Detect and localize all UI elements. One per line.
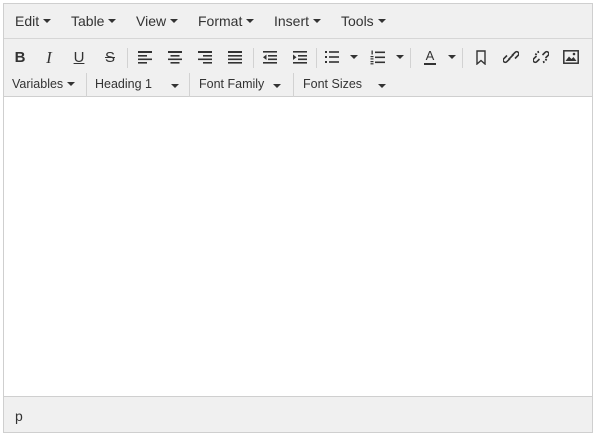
- align-left-icon: [138, 51, 152, 64]
- chevron-down-icon: [273, 84, 281, 88]
- toolbar-divider: [189, 73, 190, 97]
- numbered-list-dropdown[interactable]: [396, 55, 404, 59]
- align-right-button[interactable]: [192, 45, 218, 69]
- bold-button[interactable]: B: [7, 45, 33, 69]
- element-path[interactable]: p: [15, 408, 23, 424]
- strikethrough-icon: S: [104, 48, 115, 66]
- menu-insert[interactable]: Insert: [274, 13, 322, 29]
- align-right-icon: [198, 51, 212, 64]
- chevron-down-icon: [108, 19, 117, 24]
- toolbar-divider: [86, 73, 87, 97]
- menu-tools[interactable]: Tools: [341, 13, 386, 29]
- menubar: Edit Table View Format Insert Tools: [4, 4, 592, 39]
- indent-button[interactable]: [287, 45, 313, 69]
- variables-dropdown[interactable]: Variables: [12, 77, 76, 91]
- statusbar: p: [4, 396, 592, 432]
- outdent-icon: [263, 51, 277, 64]
- menu-edit[interactable]: Edit: [15, 13, 52, 29]
- toolbar-divider: [316, 48, 317, 68]
- toolbar-divider: [410, 48, 411, 68]
- strikethrough-button[interactable]: S: [97, 45, 123, 69]
- link-icon: [503, 50, 519, 64]
- rich-text-editor: Edit Table View Format Insert Tools B I …: [3, 3, 593, 433]
- bullet-list-button[interactable]: [319, 45, 345, 69]
- toolbar-divider: [462, 48, 463, 68]
- bookmark-button[interactable]: [468, 45, 494, 69]
- align-justify-icon: [228, 51, 242, 64]
- bullet-list-icon: [325, 51, 339, 63]
- toolbar-divider: [253, 48, 254, 68]
- align-center-icon: [168, 51, 182, 64]
- outdent-button[interactable]: [257, 45, 283, 69]
- toolbar-divider: [293, 73, 294, 97]
- toolbar-divider: [127, 48, 128, 68]
- underline-icon: U: [73, 48, 85, 66]
- bookmark-icon: [476, 49, 486, 65]
- link-button[interactable]: [498, 45, 524, 69]
- chevron-down-icon: [171, 84, 179, 88]
- unlink-button[interactable]: [528, 45, 554, 69]
- indent-icon: [293, 51, 307, 64]
- chevron-down-icon: [378, 84, 386, 88]
- align-left-button[interactable]: [132, 45, 158, 69]
- chevron-down-icon: [377, 19, 386, 24]
- italic-icon: I: [46, 47, 52, 67]
- font-family-select[interactable]: Font Family: [199, 77, 281, 91]
- underline-button[interactable]: U: [66, 45, 92, 69]
- block-format-select[interactable]: Heading 1: [95, 77, 179, 91]
- bullet-list-dropdown[interactable]: [350, 55, 358, 59]
- editor-content-area[interactable]: [4, 97, 592, 397]
- chevron-down-icon: [43, 19, 52, 24]
- bold-icon: B: [14, 48, 26, 66]
- unlink-icon: [533, 50, 549, 64]
- numbered-list-icon: [370, 50, 385, 64]
- chevron-down-icon: [246, 19, 255, 24]
- font-color-icon: A: [423, 48, 437, 65]
- align-justify-button[interactable]: [222, 45, 248, 69]
- image-icon: [563, 50, 579, 64]
- menu-table[interactable]: Table: [71, 13, 117, 29]
- align-center-button[interactable]: [162, 45, 188, 69]
- numbered-list-button[interactable]: [365, 45, 391, 69]
- toolbar: B I U S A Variables Heading 1 Font Famil…: [4, 39, 592, 97]
- menu-view[interactable]: View: [136, 13, 179, 29]
- font-color-button[interactable]: A: [417, 45, 443, 69]
- font-color-dropdown[interactable]: [448, 55, 456, 59]
- italic-button[interactable]: I: [36, 45, 62, 69]
- image-button[interactable]: [558, 45, 584, 69]
- chevron-down-icon: [170, 19, 179, 24]
- menu-format[interactable]: Format: [198, 13, 255, 29]
- chevron-down-icon: [313, 19, 322, 24]
- font-sizes-select[interactable]: Font Sizes: [303, 77, 386, 91]
- chevron-down-icon: [67, 81, 76, 86]
